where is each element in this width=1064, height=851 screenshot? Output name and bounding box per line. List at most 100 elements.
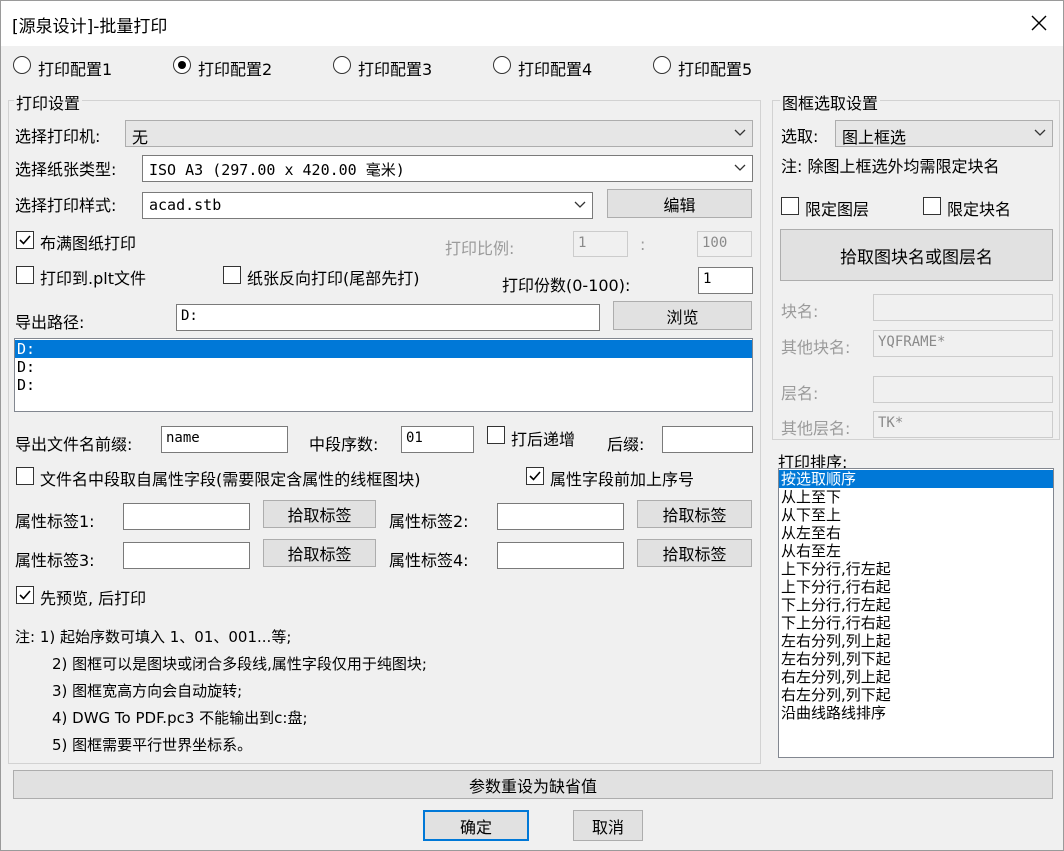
list-item[interactable]: 从右至左 (779, 542, 1053, 560)
layer-name-input[interactable] (873, 376, 1053, 403)
attr-seq-label[interactable]: 属性字段前加上序号 (550, 466, 694, 490)
list-item[interactable]: D: (15, 340, 752, 358)
pick-block-layer-button[interactable]: 拾取图块名或图层名 (780, 229, 1053, 281)
list-item[interactable]: 右左分列,列下起 (779, 686, 1053, 704)
pick-tag-2-button[interactable]: 拾取标签 (637, 500, 752, 528)
preview-label[interactable]: 先预览, 后打印 (40, 585, 146, 609)
prefix-input[interactable]: name (161, 426, 288, 453)
radio-config-5[interactable] (653, 56, 671, 74)
chevron-down-icon (734, 164, 746, 171)
limit-layer-label[interactable]: 限定图层 (805, 196, 869, 220)
checkmark-icon (529, 471, 541, 481)
select-mode-value: 图上框选 (842, 128, 907, 147)
edit-button[interactable]: 编辑 (607, 189, 752, 218)
other-block-label: 其他块名: (781, 338, 851, 357)
note-line-3: 3) 图框宽高方向会自动旋转; (52, 682, 243, 700)
radio-config-3-label[interactable]: 打印配置3 (358, 56, 432, 80)
radio-config-2-label[interactable]: 打印配置2 (198, 56, 272, 80)
plot-file-checkbox[interactable] (16, 266, 34, 284)
note-line-2: 2) 图框可以是图块或闭合多段线,属性字段仅用于纯图块; (52, 655, 427, 673)
attr-tag-4-input[interactable] (497, 542, 624, 569)
pick-tag-1-button[interactable]: 拾取标签 (263, 500, 376, 528)
paper-select[interactable]: ISO A3 (297.00 x 420.00 毫米) (142, 155, 753, 182)
chevron-down-icon (574, 201, 586, 208)
radio-circle[interactable] (13, 56, 31, 74)
mid-seq-label: 中段序数: (309, 435, 379, 454)
list-item[interactable]: 按选取顺序 (779, 470, 1053, 488)
mid-seq-input[interactable]: 01 (401, 426, 474, 453)
paper-label: 选择纸张类型: (15, 160, 117, 179)
close-icon[interactable] (1022, 6, 1056, 40)
other-layer-input[interactable]: TK* (873, 411, 1053, 438)
scale-right-input[interactable]: 100 (697, 231, 752, 257)
block-name-input[interactable] (873, 294, 1053, 321)
select-mode-label: 选取: (781, 127, 819, 146)
attr-seq-checkbox[interactable] (526, 467, 544, 485)
list-item[interactable]: D: (15, 376, 752, 394)
limit-block-label[interactable]: 限定块名 (947, 196, 1011, 220)
fill-paper-label[interactable]: 布满图纸打印 (40, 230, 136, 254)
attr-tag-2-label: 属性标签2: (389, 512, 469, 531)
other-layer-label: 其他层名: (781, 419, 851, 438)
list-item[interactable]: 右左分列,列上起 (779, 668, 1053, 686)
reset-defaults-button[interactable]: 参数重设为缺省值 (13, 770, 1053, 799)
radio-config-2[interactable] (173, 56, 191, 74)
attr-tag-2-input[interactable] (497, 503, 624, 530)
limit-layer-checkbox[interactable] (781, 197, 799, 215)
attr-tag-3-label: 属性标签3: (15, 551, 95, 570)
list-item[interactable]: 从上至下 (779, 488, 1053, 506)
plot-file-label[interactable]: 打印到.plt文件 (40, 265, 146, 289)
ok-button[interactable]: 确定 (423, 810, 529, 841)
reverse-print-checkbox[interactable] (223, 266, 241, 284)
suffix-input[interactable] (662, 426, 753, 453)
preview-checkbox[interactable] (16, 586, 34, 604)
layer-name-label: 层名: (781, 384, 819, 403)
block-name-label: 块名: (781, 302, 819, 321)
attr-mid-checkbox[interactable] (16, 467, 34, 485)
scale-left-input[interactable]: 1 (573, 231, 628, 257)
attr-tag-1-input[interactable] (123, 503, 250, 530)
scale-label: 打印比例: (445, 239, 515, 258)
browse-button[interactable]: 浏览 (613, 301, 752, 330)
cancel-button[interactable]: 取消 (573, 810, 643, 841)
list-item[interactable]: 从左至右 (779, 524, 1053, 542)
path-list[interactable]: D: D: D: (14, 338, 753, 412)
export-path-label: 导出路径: (15, 313, 85, 332)
pick-tag-3-button[interactable]: 拾取标签 (263, 539, 376, 567)
copies-input[interactable]: 1 (698, 267, 753, 294)
radio-config-4-label[interactable]: 打印配置4 (518, 56, 592, 80)
list-item[interactable]: 下上分行,行右起 (779, 614, 1053, 632)
note-line-4: 4) DWG To PDF.pc3 不能输出到c:盘; (52, 709, 308, 727)
radio-config-3[interactable] (333, 56, 351, 74)
printer-label: 选择打印机: (15, 127, 101, 146)
window-title: [源泉设计]-批量打印 (12, 17, 168, 37)
attr-tag-3-input[interactable] (123, 542, 250, 569)
list-item[interactable]: 从下至上 (779, 506, 1053, 524)
increment-checkbox[interactable] (487, 426, 505, 444)
increment-label[interactable]: 打后递增 (511, 426, 575, 450)
list-item[interactable]: 上下分行,行左起 (779, 560, 1053, 578)
other-block-input[interactable]: YQFRAME* (873, 330, 1053, 357)
list-item[interactable]: 沿曲线路线排序 (779, 704, 1053, 722)
radio-config-4[interactable] (493, 56, 511, 74)
export-path-input[interactable]: D: (176, 304, 600, 331)
radio-config-5-label[interactable]: 打印配置5 (678, 56, 752, 80)
list-item[interactable]: D: (15, 358, 752, 376)
chevron-down-icon (734, 129, 746, 136)
attr-mid-label[interactable]: 文件名中段取自属性字段(需要限定含属性的线框图块) (40, 466, 421, 490)
style-select-value: acad.stb (149, 196, 222, 214)
list-item[interactable]: 下上分行,行左起 (779, 596, 1053, 614)
radio-config-1-label[interactable]: 打印配置1 (38, 56, 112, 80)
select-mode-select[interactable]: 图上框选 (835, 120, 1053, 147)
list-item[interactable]: 上下分行,行右起 (779, 578, 1053, 596)
limit-block-checkbox[interactable] (923, 197, 941, 215)
fill-paper-checkbox[interactable] (16, 231, 34, 249)
printer-select[interactable]: 无 (125, 120, 753, 147)
reverse-print-label[interactable]: 纸张反向打印(尾部先打) (247, 265, 420, 289)
sort-list[interactable]: 按选取顺序 从上至下 从下至上 从左至右 从右至左 上下分行,行左起 上下分行,… (778, 468, 1054, 758)
style-select[interactable]: acad.stb (142, 192, 593, 219)
pick-tag-4-button[interactable]: 拾取标签 (637, 539, 752, 567)
list-item[interactable]: 左右分列,列上起 (779, 632, 1053, 650)
suffix-label: 后缀: (607, 435, 645, 454)
list-item[interactable]: 左右分列,列下起 (779, 650, 1053, 668)
